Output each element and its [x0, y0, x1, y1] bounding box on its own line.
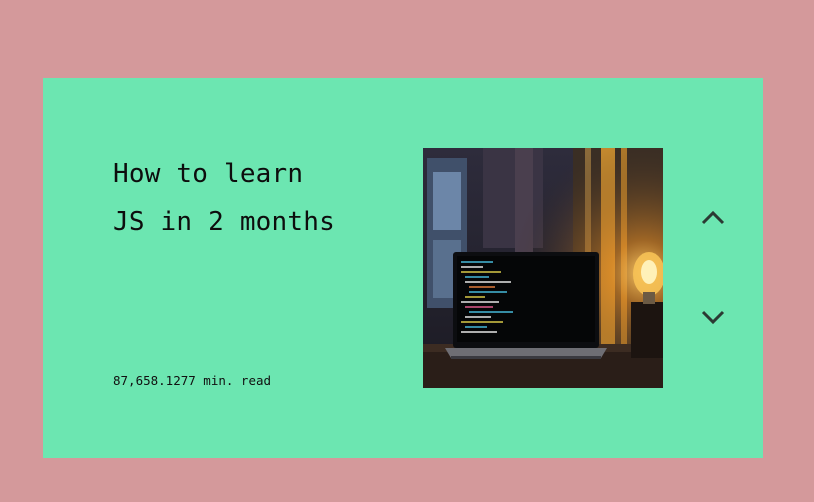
article-title-line-2: JS in 2 months — [113, 207, 335, 237]
article-card: How to learn JS in 2 months 87,658.1277 … — [43, 78, 763, 458]
article-title-line-1: How to learn — [113, 159, 304, 189]
article-image — [423, 148, 663, 388]
article-title: How to learn JS in 2 months — [113, 150, 393, 246]
read-time-label: 87,658.1277 min. read — [113, 373, 272, 388]
next-article-button[interactable] — [695, 299, 731, 335]
laptop-photo-illustration — [423, 148, 663, 388]
chevron-down-icon — [701, 310, 725, 325]
chevron-up-icon — [701, 210, 725, 225]
previous-article-button[interactable] — [695, 200, 731, 236]
